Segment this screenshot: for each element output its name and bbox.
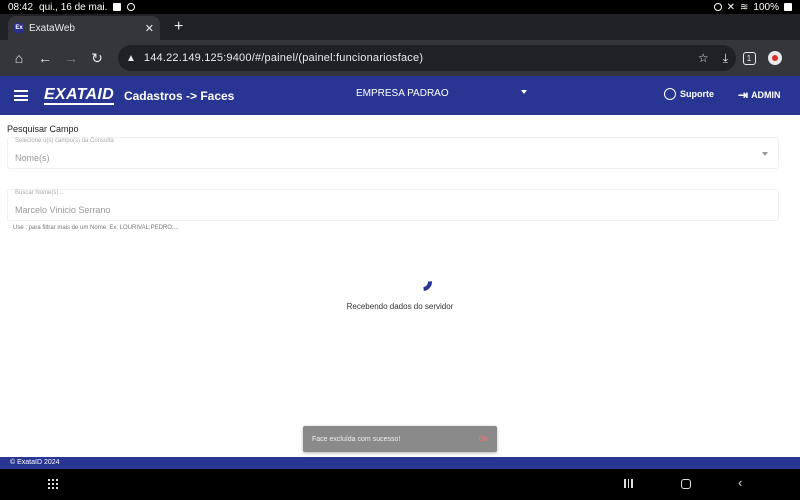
dropdown-arrow-icon[interactable] [762,152,768,156]
support-button[interactable]: Suporte [664,88,714,100]
battery-level: 100% [753,1,779,13]
page-footer: © ExataID 2024 [0,457,800,469]
company-selector[interactable]: EMPRESA PADRAO [356,88,449,99]
status-date: qui., 16 de mai. [39,1,108,13]
bookmark-star-icon[interactable]: ☆ [698,51,709,65]
logout-icon: ⇥ [738,88,749,102]
url-text[interactable]: 144.22.149.125:9400/#/painel/(painel:fun… [144,52,684,64]
battery-icon [784,3,792,11]
status-time: 08:42 [8,1,34,13]
snackbar-message: Face excluída com sucesso! [312,435,401,443]
download-icon[interactable]: ⤓ [723,51,728,66]
wifi-icon: ≋ [740,1,749,13]
search-input-value[interactable]: Marcelo Vinicio Serrano [15,205,110,215]
home-icon[interactable]: ⌂ [6,45,32,71]
user-label: ADMIN [751,90,781,100]
browser-menu-button[interactable] [762,45,788,71]
system-nav-bar: ‹ [0,469,800,500]
page-title: Cadastros -> Faces [123,88,235,103]
search-field-select[interactable]: Selecione o(s) campo(s) da Consulta Nome… [7,137,779,169]
logout-button[interactable]: ⇥ ADMIN [738,88,781,102]
device-screen: 08:42 qui., 16 de mai. ✕ ≋ 100% Ex Exata… [0,0,800,500]
back-arrow-icon[interactable]: ← [32,45,58,71]
browser-tab[interactable]: Ex ExataWeb ✕ [8,16,160,40]
new-tab-icon[interactable]: + [174,18,183,36]
app-header: EXATAID Cadastros -> Faces EMPRESA PADRA… [0,76,800,115]
recents-icon[interactable] [624,479,633,488]
snackbar: Face excluída com sucesso! Ok [303,426,497,452]
search-hint: Use ; para filtrar mais de um Nome. Ex: … [13,225,179,231]
close-tab-icon[interactable]: ✕ [145,22,154,35]
mute-icon: ✕ [726,1,736,13]
forward-arrow-icon[interactable]: → [58,45,84,71]
select-float-label: Selecione o(s) campo(s) da Consulta [15,138,114,144]
tab-count: 1 [742,51,756,65]
name-search-input[interactable]: Buscar Nome(s)... Marcelo Vinicio Serran… [7,189,779,221]
menu-hamburger-icon[interactable] [14,90,28,101]
favicon-icon: Ex [14,23,24,33]
menu-update-icon [768,51,782,65]
alarm-icon [713,3,722,11]
app-drawer-icon[interactable] [48,479,58,489]
app-logo: EXATAID [44,85,114,105]
tab-switcher-button[interactable]: 1 [736,45,762,71]
select-value: Nome(s) [15,153,50,163]
notification-app-icon [127,3,136,11]
loading-spinner-icon [410,269,436,295]
reload-icon[interactable]: ↻ [84,45,110,71]
whatsapp-icon [664,88,676,100]
system-back-icon[interactable]: ‹ [738,475,742,490]
support-label: Suporte [680,89,715,99]
address-bar[interactable]: ▲ 144.22.149.125:9400/#/painel/(painel:f… [118,45,736,71]
tab-title: ExataWeb [29,22,75,34]
search-field-label: Pesquisar Campo [7,124,79,134]
home-button-icon[interactable] [681,479,691,489]
snackbar-ok-button[interactable]: Ok [479,436,488,443]
notification-check-icon [113,3,122,11]
main-content: Pesquisar Campo Selecione o(s) campo(s) … [0,115,800,457]
browser-tab-strip: Ex ExataWeb ✕ + [0,14,800,40]
browser-toolbar: ⌂ ← → ↻ ▲ 144.22.149.125:9400/#/painel/(… [0,40,800,76]
loading-message: Recebendo dados do servidor [346,302,454,311]
not-secure-warning-icon[interactable]: ▲ [126,53,136,64]
status-bar: 08:42 qui., 16 de mai. ✕ ≋ 100% [0,0,800,14]
search-float-label: Buscar Nome(s)... [15,190,64,196]
chevron-down-icon[interactable] [521,90,527,94]
